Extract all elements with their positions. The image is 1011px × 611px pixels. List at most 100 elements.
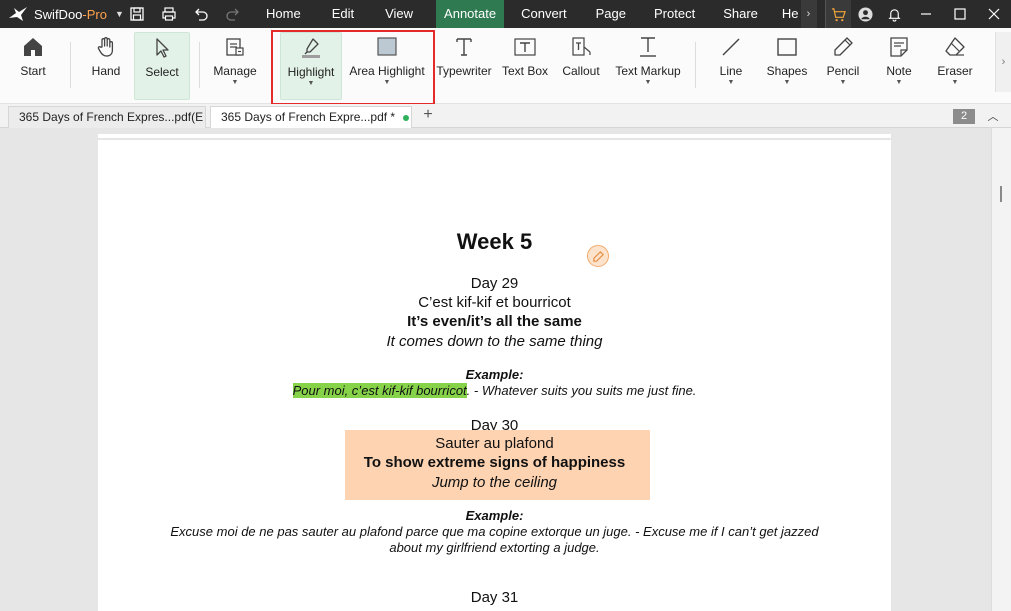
print-button[interactable] bbox=[158, 3, 180, 25]
eraser-dropdown-icon: ▼ bbox=[951, 79, 959, 86]
save-icon bbox=[130, 7, 144, 21]
callout-tool[interactable]: Callout bbox=[558, 32, 604, 96]
hand-tool[interactable]: Hand bbox=[84, 32, 128, 96]
document-tab-active[interactable]: 365 Days of French Expre...pdf * bbox=[210, 106, 412, 128]
document-tab-title: 365 Days of French Expres...pdf(E bbox=[19, 110, 204, 124]
callout-icon bbox=[572, 37, 591, 56]
eraser-label: Eraser bbox=[937, 64, 973, 78]
day-30-example-line-2: about my girlfriend extorting a judge. bbox=[389, 540, 600, 555]
menu-page[interactable]: Page bbox=[596, 0, 626, 28]
cursor-arrow-icon bbox=[156, 38, 169, 58]
document-viewer[interactable]: Week 5 Day 29 C’est kif-kif et bourricot… bbox=[0, 128, 1011, 611]
add-tab-plus-icon[interactable]: + bbox=[418, 106, 438, 126]
menu-view[interactable]: View bbox=[385, 0, 413, 28]
note-tool[interactable]: Note ▼ bbox=[880, 32, 918, 96]
text-markup-label: Text Markup bbox=[615, 64, 681, 78]
callout-label: Callout bbox=[562, 64, 600, 78]
eraser-tool[interactable]: Eraser ▼ bbox=[934, 32, 976, 96]
pencil-tool[interactable]: Pencil ▼ bbox=[822, 32, 864, 96]
select-tool[interactable]: Select bbox=[134, 32, 190, 100]
bell-icon bbox=[887, 8, 901, 22]
note-icon bbox=[890, 37, 908, 57]
highlight-dropdown-icon: ▼ bbox=[307, 80, 315, 87]
app-brand-menu[interactable]: SwifDoo-Pro ▼ bbox=[0, 0, 126, 28]
menu-convert[interactable]: Convert bbox=[521, 0, 567, 28]
pdf-page[interactable]: Week 5 Day 29 C’est kif-kif et bourricot… bbox=[98, 140, 891, 611]
collapse-ribbon-chevron-up-icon[interactable]: ︿ bbox=[985, 108, 1001, 124]
cart-button[interactable] bbox=[825, 0, 851, 28]
vertical-scrollbar[interactable] bbox=[991, 128, 1011, 611]
text-box-icon bbox=[514, 38, 536, 56]
shapes-tool[interactable]: Shapes ▼ bbox=[762, 32, 812, 96]
green-text-highlight[interactable]: Pour moi, c’est kif-kif bourricot bbox=[292, 383, 467, 398]
line-icon bbox=[722, 38, 740, 56]
area-highlight-label: Area Highlight bbox=[349, 64, 425, 78]
area-highlight-icon bbox=[377, 37, 397, 56]
highlight-tool[interactable]: Highlight ▼ bbox=[280, 32, 342, 100]
line-tool[interactable]: Line ▼ bbox=[710, 32, 752, 96]
note-label: Note bbox=[886, 64, 912, 78]
text-box-label: Text Box bbox=[501, 64, 549, 78]
app-logo-icon bbox=[9, 7, 27, 21]
pencil-icon bbox=[834, 37, 853, 56]
undo-button[interactable] bbox=[190, 3, 212, 25]
highlighter-icon bbox=[302, 38, 320, 58]
line-label: Line bbox=[719, 64, 743, 78]
start-label: Start bbox=[20, 64, 46, 78]
notifications-button[interactable] bbox=[879, 0, 909, 28]
save-button[interactable] bbox=[126, 3, 148, 25]
ribbon-scroll-right-icon[interactable]: › bbox=[995, 32, 1011, 92]
sticky-note-annotation[interactable] bbox=[587, 245, 609, 267]
start-tool[interactable]: Start bbox=[14, 32, 52, 96]
manage-annotations-icon bbox=[226, 38, 244, 56]
text-markup-tool[interactable]: Text Markup ▼ bbox=[612, 32, 684, 96]
line-dropdown-icon: ▼ bbox=[727, 79, 735, 86]
area-highlight-dropdown-icon: ▼ bbox=[383, 79, 391, 86]
menu-more-chevron-icon[interactable]: › bbox=[800, 0, 817, 28]
redo-icon bbox=[226, 8, 239, 21]
typewriter-icon bbox=[456, 38, 472, 56]
manage-dropdown-icon: ▼ bbox=[231, 79, 239, 86]
account-button[interactable] bbox=[851, 0, 879, 28]
app-name: SwifDoo-Pro bbox=[34, 6, 107, 22]
highlight-label: Highlight bbox=[287, 65, 335, 79]
menu-help[interactable]: He bbox=[782, 0, 799, 28]
day-30-english: To show extreme signs of happiness bbox=[363, 454, 626, 471]
rectangle-icon bbox=[777, 38, 797, 56]
day-29-meaning: It comes down to the same thing bbox=[386, 333, 603, 350]
document-tab-bar: 365 Days of French Expres...pdf(E 365 Da… bbox=[0, 104, 1011, 128]
area-highlight-tool[interactable]: Area Highlight ▼ bbox=[346, 32, 428, 96]
week-title: Week 5 bbox=[456, 229, 533, 254]
day-30-meaning: Jump to the ceiling bbox=[431, 474, 558, 491]
menu-edit[interactable]: Edit bbox=[332, 0, 354, 28]
ribbon-divider bbox=[199, 42, 200, 88]
document-tab[interactable]: 365 Days of French Expres...pdf(E bbox=[8, 106, 206, 128]
shapes-dropdown-icon: ▼ bbox=[783, 79, 791, 86]
day-29-french: C’est kif-kif et bourricot bbox=[418, 294, 571, 311]
shapes-label: Shapes bbox=[766, 64, 808, 78]
menu-protect[interactable]: Protect bbox=[654, 0, 695, 28]
ribbon-divider bbox=[70, 42, 71, 88]
minimize-button[interactable] bbox=[909, 0, 943, 28]
hand-label: Hand bbox=[91, 64, 121, 78]
maximize-button[interactable] bbox=[943, 0, 977, 28]
typewriter-tool[interactable]: Typewriter bbox=[436, 32, 492, 96]
redo-button[interactable] bbox=[222, 3, 244, 25]
page-count-badge: 2 bbox=[953, 109, 975, 124]
app-menu-chevron-icon: ▼ bbox=[114, 9, 124, 19]
text-box-tool[interactable]: Text Box bbox=[500, 32, 550, 96]
manage-tool[interactable]: Manage ▼ bbox=[210, 32, 260, 96]
scrollbar-thumb[interactable] bbox=[1000, 186, 1002, 202]
hand-icon bbox=[97, 37, 114, 57]
manage-label: Manage bbox=[213, 64, 257, 78]
close-window-button[interactable] bbox=[977, 0, 1011, 28]
day-29-example-rest: . - Whatever suits you suits me just fin… bbox=[466, 383, 697, 398]
window-controls bbox=[825, 0, 1011, 28]
menu-share[interactable]: Share bbox=[723, 0, 758, 28]
menu-home[interactable]: Home bbox=[266, 0, 301, 28]
menu-annotate[interactable]: Annotate bbox=[436, 0, 505, 28]
pencil-dropdown-icon: ▼ bbox=[839, 79, 847, 86]
user-icon bbox=[857, 6, 873, 22]
day-30-french: Sauter au plafond bbox=[435, 435, 554, 452]
undo-icon bbox=[195, 8, 208, 21]
